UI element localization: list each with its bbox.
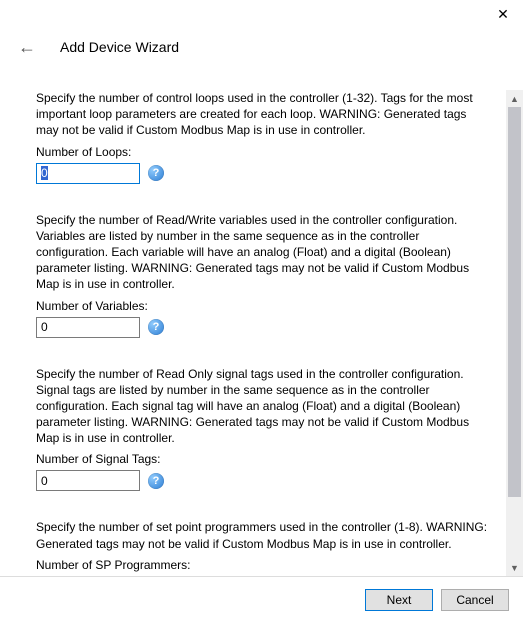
- next-button[interactable]: Next: [365, 589, 433, 611]
- scroll-thumb[interactable]: [508, 107, 521, 497]
- vertical-scrollbar[interactable]: ▲ ▼: [506, 90, 523, 576]
- section-signal-tags: Specify the number of Read Only signal t…: [36, 366, 492, 492]
- variables-label: Number of Variables:: [36, 299, 492, 313]
- titlebar: ✕: [0, 0, 523, 30]
- wizard-header: ← Add Device Wizard: [0, 30, 523, 56]
- loops-field-row: ?: [36, 163, 492, 184]
- scroll-up-icon[interactable]: ▲: [506, 90, 523, 107]
- signal-tags-input[interactable]: [36, 470, 140, 491]
- content-area: Specify the number of control loops used…: [0, 90, 506, 576]
- back-arrow-icon[interactable]: ←: [18, 38, 36, 56]
- section-loops: Specify the number of control loops used…: [36, 90, 492, 184]
- close-icon[interactable]: ✕: [483, 0, 523, 28]
- signal-tags-description: Specify the number of Read Only signal t…: [36, 366, 492, 447]
- loops-label: Number of Loops:: [36, 145, 492, 159]
- section-variables: Specify the number of Read/Write variabl…: [36, 212, 492, 338]
- scroll-down-icon[interactable]: ▼: [506, 559, 523, 576]
- help-icon[interactable]: ?: [148, 473, 164, 489]
- signal-tags-label: Number of Signal Tags:: [36, 452, 492, 466]
- signal-tags-field-row: ?: [36, 470, 492, 491]
- variables-field-row: ?: [36, 317, 492, 338]
- content-wrap: Specify the number of control loops used…: [0, 90, 523, 576]
- footer: Next Cancel: [0, 576, 523, 622]
- loops-input[interactable]: [36, 163, 140, 184]
- variables-input[interactable]: [36, 317, 140, 338]
- help-icon[interactable]: ?: [148, 165, 164, 181]
- variables-description: Specify the number of Read/Write variabl…: [36, 212, 492, 293]
- page-title: Add Device Wizard: [60, 39, 179, 55]
- help-icon[interactable]: ?: [148, 319, 164, 335]
- section-sp-programmers: Specify the number of set point programm…: [36, 519, 492, 576]
- sp-programmers-description: Specify the number of set point programm…: [36, 519, 492, 551]
- loops-description: Specify the number of control loops used…: [36, 90, 492, 139]
- sp-programmers-label: Number of SP Programmers:: [36, 558, 492, 572]
- cancel-button[interactable]: Cancel: [441, 589, 509, 611]
